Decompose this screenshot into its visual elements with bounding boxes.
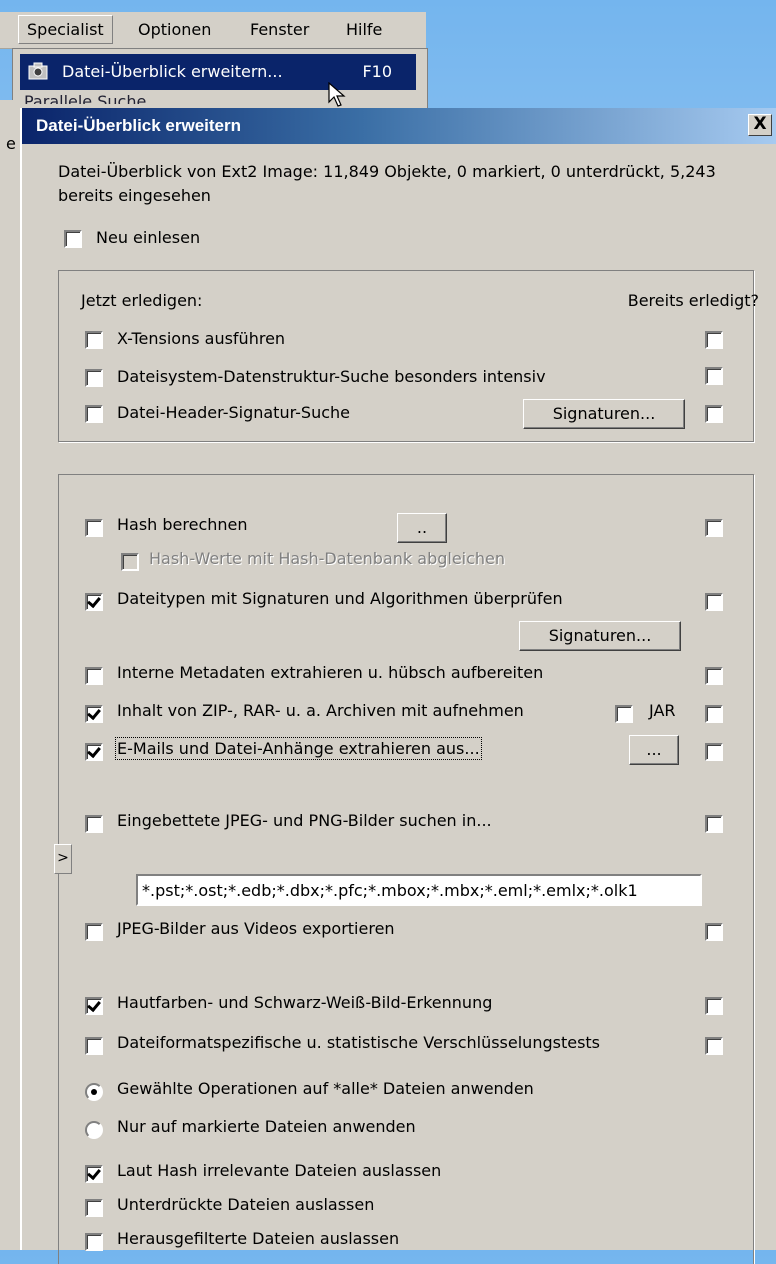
- filetype-signatures-button[interactable]: Signaturen...: [519, 621, 681, 651]
- group-now-header: Jetzt erledigen:: [81, 291, 203, 310]
- expand-toggle-button[interactable]: >: [54, 844, 72, 874]
- xtensions-checkbox[interactable]: [85, 331, 103, 349]
- apply-all-label: Gewählte Operationen auf *alle* Dateien …: [117, 1079, 534, 1098]
- archive-label: Inhalt von ZIP-, RAR- u. a. Archiven mit…: [117, 701, 524, 720]
- skip-suppressed-checkbox[interactable]: [85, 1199, 103, 1217]
- camera-icon: [28, 62, 48, 80]
- email-checkbox[interactable]: [85, 743, 103, 761]
- fs-search-label: Dateisystem-Datenstruktur-Suche besonder…: [117, 367, 546, 386]
- skip-suppressed-label: Unterdrückte Dateien auslassen: [117, 1195, 375, 1214]
- encryption-label: Dateiformatspezifische u. statistische V…: [117, 1033, 601, 1052]
- group-operations: Hash berechnen .. Hash-Werte mit Hash-Da…: [58, 474, 754, 1264]
- menu-item-shortcut: F10: [362, 62, 392, 81]
- menu-item-label: Datei-Überblick erweitern...: [62, 62, 283, 81]
- summary-text: Datei-Überblick von Ext2 Image: 11,849 O…: [58, 162, 716, 205]
- email-options-button[interactable]: ...: [629, 735, 679, 765]
- jar-checkbox[interactable]: [615, 705, 633, 723]
- hash-db-checkbox[interactable]: [121, 553, 139, 571]
- skin-color-label: Hautfarben- und Schwarz-Weiß-Bild-Erkenn…: [117, 993, 493, 1012]
- background-text-fragment: e: [6, 134, 16, 153]
- menu-hilfe[interactable]: Hilfe: [346, 20, 382, 39]
- fs-search-done-checkbox[interactable]: [705, 367, 723, 385]
- email-done-checkbox[interactable]: [705, 743, 723, 761]
- menu-optionen[interactable]: Optionen: [138, 20, 211, 39]
- embedded-images-checkbox[interactable]: [85, 815, 103, 833]
- menubar: Specialist Optionen Fenster Hilfe: [0, 12, 426, 49]
- video-done-checkbox[interactable]: [705, 923, 723, 941]
- embedded-images-label: Eingebettete JPEG- und PNG-Bilder suchen…: [117, 811, 492, 830]
- hash-label: Hash berechnen: [117, 515, 248, 534]
- dialog-title: Datei-Überblick erweitern: [36, 116, 242, 135]
- filetype-label: Dateitypen mit Signaturen und Algorithme…: [117, 589, 563, 608]
- email-label: E-Mails und Datei-Anhänge extrahieren au…: [115, 737, 482, 760]
- archive-checkbox[interactable]: [85, 705, 103, 723]
- xtensions-label: X-Tensions ausführen: [117, 329, 286, 348]
- skin-color-done-checkbox[interactable]: [705, 997, 723, 1015]
- hash-options-button[interactable]: ..: [397, 513, 447, 543]
- encryption-checkbox[interactable]: [85, 1037, 103, 1055]
- signatures-button[interactable]: Signaturen...: [523, 399, 685, 429]
- video-checkbox[interactable]: [85, 923, 103, 941]
- header-signature-done-checkbox[interactable]: [705, 405, 723, 423]
- filetype-done-checkbox[interactable]: [705, 593, 723, 611]
- filetype-checkbox[interactable]: [85, 593, 103, 611]
- embedded-images-done-checkbox[interactable]: [705, 815, 723, 833]
- jar-label: JAR: [649, 701, 676, 720]
- skin-color-checkbox[interactable]: [85, 997, 103, 1015]
- group-now: Jetzt erledigen: Bereits erledigt? X-Ten…: [58, 270, 759, 442]
- reload-checkbox[interactable]: [64, 230, 82, 248]
- encryption-done-checkbox[interactable]: [705, 1037, 723, 1055]
- hash-checkbox[interactable]: [85, 519, 103, 537]
- skip-filtered-label: Herausgefilterte Dateien auslassen: [117, 1229, 400, 1248]
- archive-done-checkbox[interactable]: [705, 705, 723, 723]
- dialog-titlebar[interactable]: Datei-Überblick erweitern X: [22, 108, 776, 144]
- menu-item-datei-ueberblick[interactable]: Datei-Überblick erweitern... F10: [20, 54, 416, 90]
- header-signature-label: Datei-Header-Signatur-Suche: [117, 403, 350, 422]
- reload-label: Neu einlesen: [96, 228, 201, 247]
- apply-marked-label: Nur auf markierte Dateien anwenden: [117, 1117, 416, 1136]
- close-button[interactable]: X: [748, 114, 772, 136]
- metadata-done-checkbox[interactable]: [705, 667, 723, 685]
- menu-fenster[interactable]: Fenster: [250, 20, 309, 39]
- hash-done-checkbox[interactable]: [705, 519, 723, 537]
- dialog-window: Datei-Überblick erweitern X Datei-Überbl…: [20, 108, 776, 1264]
- mouse-cursor-icon: [328, 82, 346, 107]
- metadata-label: Interne Metadaten extrahieren u. hübsch …: [117, 663, 544, 682]
- video-label: JPEG-Bilder aus Videos exportieren: [117, 919, 395, 938]
- skip-hash-label: Laut Hash irrelevante Dateien auslassen: [117, 1161, 442, 1180]
- email-extensions-input[interactable]: [136, 874, 702, 906]
- hash-db-label: Hash-Werte mit Hash-Datenbank abgleichen: [149, 549, 506, 568]
- apply-all-radio[interactable]: [85, 1083, 103, 1101]
- metadata-checkbox[interactable]: [85, 667, 103, 685]
- fs-search-checkbox[interactable]: [85, 369, 103, 387]
- background-window-edge: [0, 100, 22, 1250]
- xtensions-done-checkbox[interactable]: [705, 331, 723, 349]
- skip-filtered-checkbox[interactable]: [85, 1233, 103, 1251]
- group-done-header: Bereits erledigt?: [627, 291, 759, 310]
- apply-marked-radio[interactable]: [85, 1121, 103, 1139]
- header-signature-checkbox[interactable]: [85, 405, 103, 423]
- skip-hash-checkbox[interactable]: [85, 1165, 103, 1183]
- menu-specialist[interactable]: Specialist: [18, 15, 113, 44]
